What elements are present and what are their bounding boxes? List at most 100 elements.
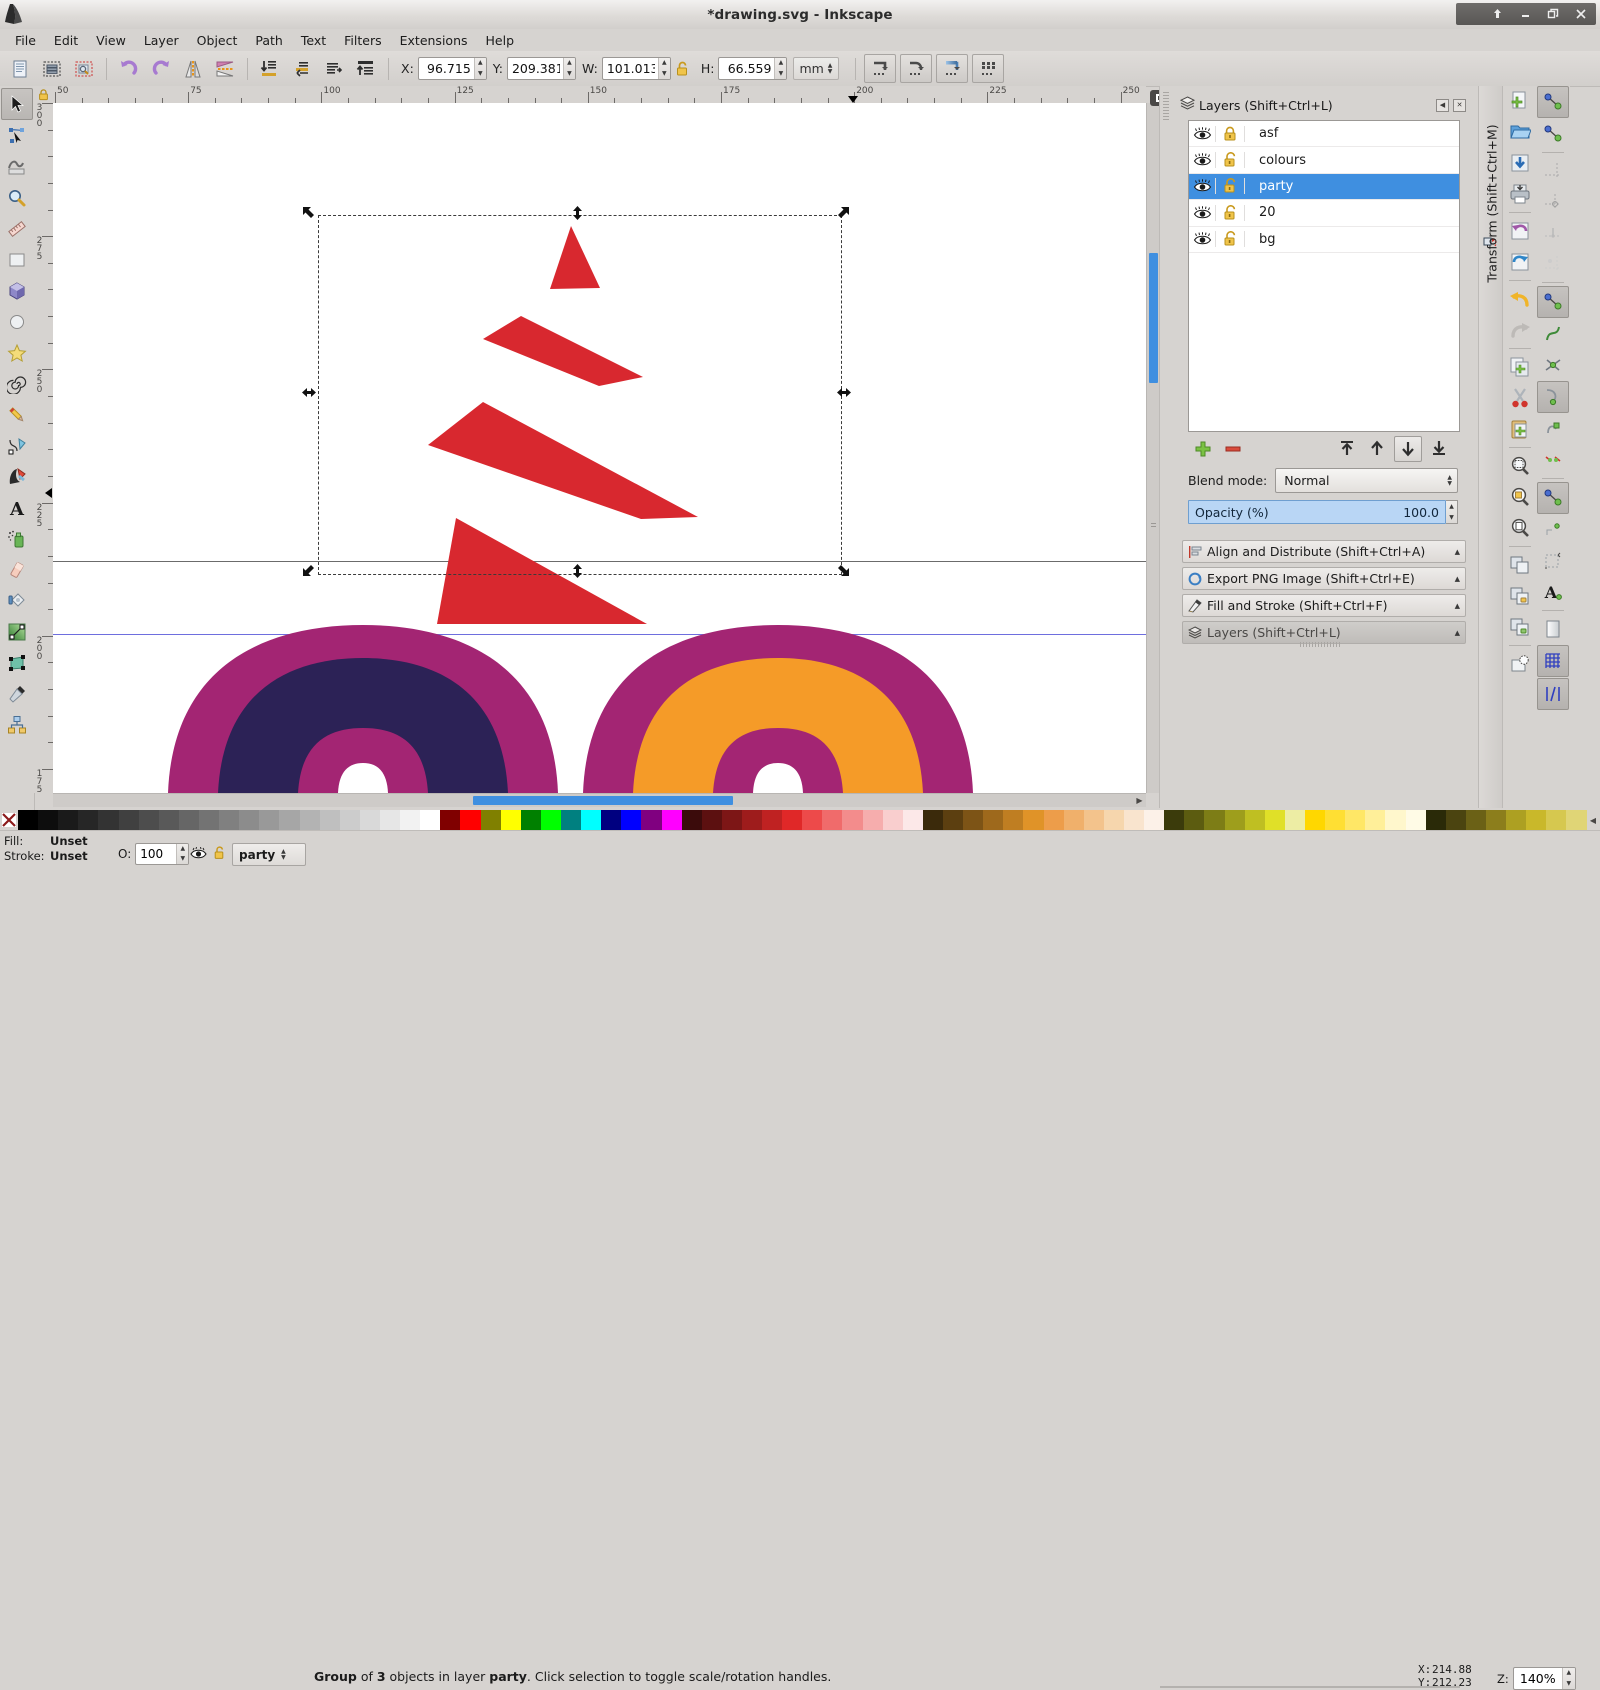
- snap-page-border-icon[interactable]: [1538, 614, 1568, 644]
- palette-swatch[interactable]: [239, 810, 260, 830]
- palette-swatch[interactable]: [1445, 810, 1466, 830]
- palette-swatch[interactable]: [1506, 810, 1527, 830]
- snap-smooth-node-icon[interactable]: [1538, 414, 1568, 444]
- palette-swatch[interactable]: [1244, 810, 1265, 830]
- snap-rotation-center-icon[interactable]: [1538, 515, 1568, 545]
- remove-layer-button[interactable]: [1220, 437, 1246, 461]
- palette-swatch[interactable]: [1264, 810, 1285, 830]
- chevron-up-icon[interactable]: ▲: [1455, 629, 1460, 637]
- gradient-tool[interactable]: [2, 617, 32, 647]
- palette-swatch[interactable]: [98, 810, 119, 830]
- palette-swatch[interactable]: [842, 810, 863, 830]
- menu-view[interactable]: View: [87, 31, 135, 50]
- palette-swatch[interactable]: [1204, 810, 1225, 830]
- menu-text[interactable]: Text: [292, 31, 335, 50]
- unlock-icon[interactable]: [1215, 231, 1245, 248]
- bezier-tool[interactable]: [2, 431, 32, 461]
- calligraphy-tool[interactable]: [2, 462, 32, 492]
- palette-swatch[interactable]: [1566, 810, 1587, 830]
- palette-swatch[interactable]: [922, 810, 944, 830]
- no-color-icon[interactable]: [0, 810, 18, 830]
- zoom-page-icon[interactable]: [1505, 513, 1535, 543]
- snap-path-intersection-icon[interactable]: [1538, 350, 1568, 380]
- star-tool[interactable]: [2, 338, 32, 368]
- layer-row[interactable]: colours: [1189, 147, 1459, 174]
- palette-swatch[interactable]: [500, 810, 521, 830]
- layer-opacity-spinner[interactable]: ▲ ▼: [1446, 500, 1458, 524]
- palette-swatch[interactable]: [1144, 810, 1165, 830]
- zoom-spinner[interactable]: ▲▼: [1512, 1667, 1576, 1690]
- palette-swatch[interactable]: [319, 810, 340, 830]
- open-icon[interactable]: [1505, 117, 1535, 147]
- import-icon[interactable]: [1505, 216, 1535, 246]
- affect-patterns-icon[interactable]: [972, 54, 1005, 83]
- palette-swatch[interactable]: [178, 810, 199, 830]
- snap-nodes-icon[interactable]: [1537, 286, 1569, 318]
- palette-swatch[interactable]: [902, 810, 923, 830]
- eraser-tool[interactable]: [2, 555, 32, 585]
- palette-swatch[interactable]: [1305, 810, 1326, 830]
- palette-swatch[interactable]: [762, 810, 783, 830]
- layer-row[interactable]: party: [1189, 173, 1459, 201]
- blend-mode-arrows[interactable]: ▲ ▼: [1447, 474, 1452, 487]
- object-opacity-arrows[interactable]: ▲ ▼: [176, 844, 189, 864]
- unit-selector[interactable]: mm ▲ ▼: [793, 57, 840, 80]
- menu-help[interactable]: Help: [477, 31, 524, 50]
- redo-icon[interactable]: [1505, 315, 1535, 345]
- y-spinner[interactable]: ▲▼: [506, 57, 576, 80]
- spray-tool[interactable]: [2, 524, 32, 554]
- palette-swatch[interactable]: [560, 810, 582, 830]
- close-button[interactable]: [1568, 2, 1594, 25]
- snap-guide-icon[interactable]: [1537, 678, 1569, 710]
- scroll-right-arrow[interactable]: ▶: [1133, 794, 1146, 807]
- raise-icon[interactable]: [320, 55, 348, 83]
- palette-swatch[interactable]: [1164, 810, 1185, 830]
- connector-tool[interactable]: [2, 710, 32, 740]
- snap-bbox-center-icon[interactable]: [1538, 249, 1568, 279]
- panel-close-button[interactable]: ✕: [1453, 98, 1466, 112]
- zoom-selection-icon[interactable]: [1505, 482, 1535, 512]
- rotate-ccw-icon[interactable]: [115, 55, 143, 83]
- snap-path-icon[interactable]: [1538, 319, 1568, 349]
- palette-swatch[interactable]: [198, 810, 220, 830]
- horizontal-ruler[interactable]: 50 75 100 125 150 175 200 225 250: [53, 86, 1146, 104]
- vertical-scrollbar[interactable]: [1146, 103, 1160, 793]
- minimize-button[interactable]: [1512, 2, 1538, 25]
- snap-bbox-corner-icon[interactable]: [1538, 187, 1568, 217]
- save-icon[interactable]: [1505, 148, 1535, 178]
- palette-swatch[interactable]: [1103, 810, 1125, 830]
- w-input[interactable]: [602, 58, 658, 79]
- rotate-cw-icon[interactable]: [147, 55, 175, 83]
- undo-icon[interactable]: [1505, 284, 1535, 314]
- palette-swatch[interactable]: [721, 810, 742, 830]
- palette-swatch[interactable]: [379, 810, 401, 830]
- palette-swatch[interactable]: [882, 810, 903, 830]
- palette-swatch[interactable]: [279, 810, 300, 830]
- unlock-icon[interactable]: [213, 845, 226, 864]
- layer-row[interactable]: asf: [1189, 121, 1459, 148]
- flip-horizontal-icon[interactable]: [179, 55, 207, 83]
- unlock-icon[interactable]: [1215, 204, 1245, 221]
- palette-swatch[interactable]: [58, 810, 79, 830]
- affect-stroke-width-icon[interactable]: [864, 54, 897, 83]
- snap-enable-icon[interactable]: [1537, 86, 1569, 118]
- horizontal-scrollbar-thumb[interactable]: [473, 796, 733, 805]
- h-spinner[interactable]: ▲▼: [718, 57, 788, 80]
- tab-align-and-distribute[interactable]: Align and Distribute (Shift+Ctrl+A) ▲: [1182, 540, 1466, 563]
- palette-swatch[interactable]: [480, 810, 501, 830]
- object-properties-icon[interactable]: [1505, 581, 1535, 611]
- unit-arrows[interactable]: ▲ ▼: [828, 62, 833, 75]
- node-tool[interactable]: [2, 121, 32, 151]
- layer-selector-arrows[interactable]: ▲ ▼: [281, 848, 286, 861]
- duplicate-icon[interactable]: [1505, 352, 1535, 382]
- palette-swatch[interactable]: [400, 810, 421, 830]
- palette-swatch[interactable]: [1465, 810, 1486, 830]
- menu-extensions[interactable]: Extensions: [391, 31, 477, 50]
- chevron-up-icon[interactable]: ▲: [1455, 575, 1460, 583]
- y-input[interactable]: [507, 58, 563, 79]
- eye-icon[interactable]: [1189, 206, 1215, 220]
- snap-bbox-midpoint-icon[interactable]: [1538, 218, 1568, 248]
- paintbucket-tool[interactable]: [2, 586, 32, 616]
- zoom-input[interactable]: [1513, 1668, 1562, 1689]
- palette-swatch[interactable]: [601, 810, 622, 830]
